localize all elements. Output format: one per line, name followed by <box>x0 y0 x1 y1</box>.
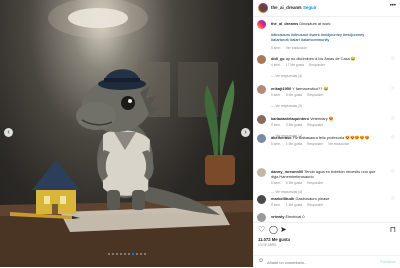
carousel-dot <box>127 253 130 255</box>
add-comment-bar: ☺ Publicar <box>254 255 400 268</box>
comment-username[interactable]: karladanielaquintero <box>271 116 309 121</box>
chevron-left-icon[interactable]: ‹ <box>4 128 13 137</box>
follow-button[interactable]: Seguir <box>303 5 317 10</box>
avatar[interactable] <box>257 55 266 64</box>
comment-emoji: 😂 <box>323 86 329 91</box>
paper-plane-icon[interactable]: ➤ <box>280 226 287 234</box>
comment-likes[interactable]: 6 Me gusta <box>286 181 302 185</box>
carousel-dot <box>115 253 118 255</box>
carousel-dot <box>135 253 138 255</box>
heart-icon[interactable]: ♡ <box>391 86 395 92</box>
bookmark-icon[interactable]: ⊓ <box>390 226 396 234</box>
comment-time: 5 sem. <box>271 93 281 97</box>
avatar[interactable] <box>257 195 266 204</box>
publish-button[interactable]: Publicar <box>380 259 396 264</box>
comment-username[interactable]: didi_gc <box>271 56 285 61</box>
comment-likes[interactable]: 1 Me gusta <box>286 142 302 146</box>
header-username[interactable]: the_ai_dreams <box>271 5 302 10</box>
comment-username[interactable]: erikajt1950 <box>271 86 291 91</box>
view-replies-link[interactable]: — Ver respuestas (2) <box>271 104 302 108</box>
avatar[interactable] <box>257 134 266 143</box>
comment-text: Veterinary <box>310 116 328 121</box>
comment-likes[interactable]: 1 Me gusta <box>286 203 302 207</box>
carousel-dot <box>107 253 110 255</box>
reply-button[interactable]: Responder <box>307 181 323 185</box>
heart-icon[interactable]: ♡ <box>391 169 395 175</box>
comment-text: Gastrosauro please <box>295 196 330 201</box>
avatar[interactable] <box>257 115 266 124</box>
caption-hashtags[interactable]: #dinosaurs #dinosaur #work #midjourney #… <box>271 32 379 42</box>
comment-likes[interactable]: 17 Me gusta <box>286 63 304 67</box>
comment-time: 5 sem. <box>271 203 281 207</box>
view-replies-link[interactable]: — Ver respuestas (4) <box>271 74 302 78</box>
chevron-right-icon[interactable]: › <box>241 128 250 137</box>
carousel-dot-active <box>131 253 134 255</box>
reply-button[interactable]: Responder <box>307 123 323 127</box>
reply-button[interactable]: Responder <box>307 93 323 97</box>
comment-bubble-icon[interactable]: ◯ <box>269 226 278 234</box>
view-replies-link[interactable]: — Ver respuestas (4) <box>271 190 302 194</box>
reply-button[interactable]: Responder <box>307 203 323 207</box>
carousel-dot <box>123 253 126 255</box>
comment-username[interactable]: vrtewly <box>271 214 284 219</box>
carousel-dot <box>111 253 114 255</box>
post-sidebar: the_ai_dreams • Seguir ••• the_ai_dreams… <box>253 0 400 267</box>
comment-username[interactable]: marbellitudh <box>271 196 294 201</box>
carousel-dot <box>119 253 122 255</box>
comment-username[interactable]: abelheraso <box>271 135 292 140</box>
see-translation-link[interactable]: Ver traducción <box>328 142 349 146</box>
comment-text: Y farmaceutico?? <box>292 86 323 91</box>
likes-count[interactable]: 11.072 Me gusta <box>258 237 290 242</box>
carousel-indicator <box>0 253 253 255</box>
heart-icon[interactable]: ♡ <box>391 56 395 62</box>
comment-time: 4 sem. <box>271 63 281 67</box>
comment-text: ay no dicriminen a los Amas de Casa <box>285 56 350 61</box>
carousel-dot <box>143 253 146 255</box>
caption-text: Dinosaurs at work <box>299 21 331 26</box>
avatar[interactable] <box>258 3 268 13</box>
avatar[interactable] <box>257 20 266 29</box>
comment-input[interactable] <box>267 258 375 266</box>
more-horizontal-icon[interactable]: ••• <box>390 3 396 9</box>
post-header: the_ai_dreams • Seguir ••• <box>254 0 400 17</box>
comment-emoji: 😂 <box>350 56 356 61</box>
separator-dot: • <box>299 4 301 9</box>
comment-time: 5 sem. <box>271 181 281 185</box>
avatar[interactable] <box>257 213 266 222</box>
comment-text: Fiz Babasaura feliz profesoria <box>292 135 345 140</box>
comment-time: 5 sem. <box>271 142 281 146</box>
caption-time: 5 sem. <box>271 46 281 50</box>
comment-emoji: 😍😍😍😍😍 <box>345 135 370 140</box>
dinosaur-illustration <box>0 0 253 267</box>
reply-button[interactable]: Responder <box>309 63 325 67</box>
carousel-dot <box>139 253 142 255</box>
comment-likes[interactable]: 8 Me gusta <box>286 93 302 97</box>
comment-time: 5 sem. <box>271 123 281 127</box>
smiley-icon[interactable]: ☺ <box>258 258 264 264</box>
post-image[interactable]: ‹ › <box>0 0 253 267</box>
post-date: 13 DE ABRIL <box>258 243 277 247</box>
comment-emoji: 😍 <box>328 116 334 121</box>
heart-icon[interactable]: ♡ <box>258 226 265 234</box>
avatar[interactable] <box>257 85 266 94</box>
post-actions: ♡ ◯ ➤ ⊓ 11.072 Me gusta 13 DE ABRIL ☺ Pu… <box>254 222 400 267</box>
caption-username[interactable]: the_ai_dreams <box>271 21 298 26</box>
comment-text: Electrical 0 <box>285 214 305 219</box>
see-translation-link[interactable]: Ver traducción <box>286 46 307 50</box>
heart-icon[interactable]: ♡ <box>391 196 395 202</box>
reply-button[interactable]: Responder <box>307 142 323 146</box>
comments-list[interactable]: the_ai_dreams Dinosaurs at work #dinosau… <box>254 17 400 223</box>
heart-icon[interactable]: ♡ <box>391 116 395 122</box>
heart-icon[interactable]: ♡ <box>391 135 395 141</box>
avatar[interactable] <box>257 168 266 177</box>
comment-likes[interactable]: 3 Me gusta <box>286 123 302 127</box>
